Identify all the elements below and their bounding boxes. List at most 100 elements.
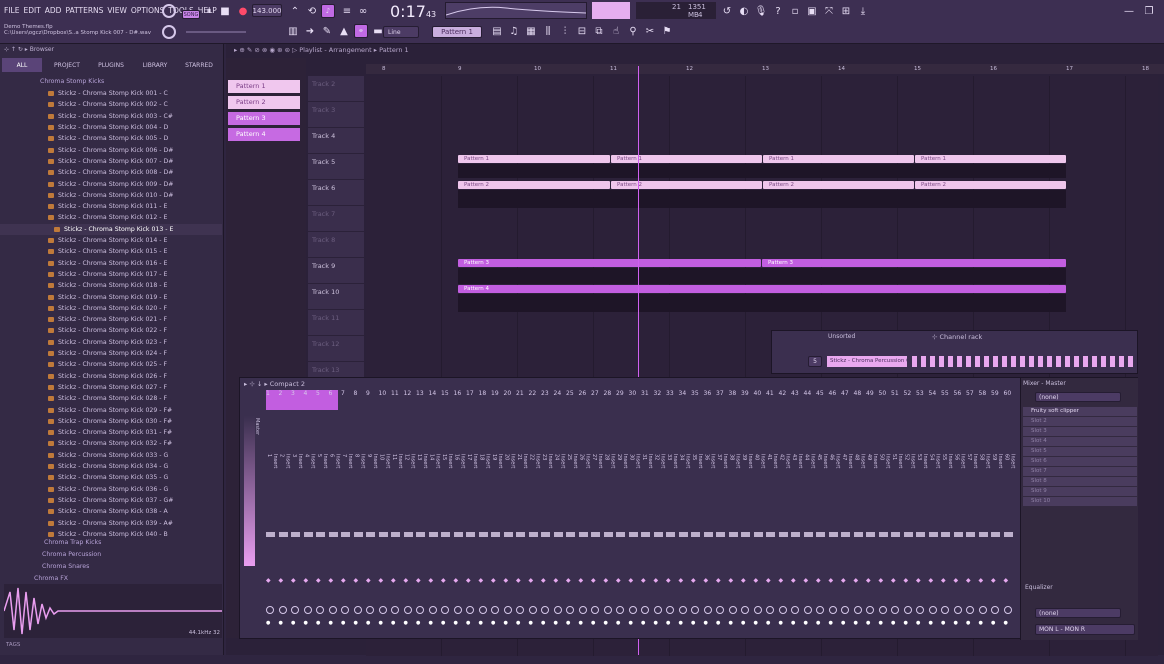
fx-slot-10[interactable]: Slot 10 (1023, 497, 1137, 506)
insert-number[interactable]: 49 (866, 390, 874, 397)
clip-track6-b[interactable]: Pattern 2 (611, 181, 762, 189)
route-dot[interactable]: ● (841, 620, 852, 626)
insert-number[interactable]: 5 (316, 390, 320, 397)
insert-strip[interactable]: Insert 16 ◆ ● (453, 454, 466, 664)
route-dot[interactable]: ● (916, 620, 927, 626)
insert-strip[interactable]: Insert 18 ◆ ● (478, 454, 491, 664)
pan-knob[interactable] (828, 606, 837, 614)
browser-file-item[interactable]: Stickz - Chroma Stomp Kick 007 - D# (0, 156, 222, 167)
insert-number[interactable]: 2 (279, 390, 283, 397)
insert-number[interactable]: 31 (641, 390, 649, 397)
insert-strip[interactable]: Insert 33 ◆ ● (666, 454, 678, 664)
stereo-icon[interactable]: ◆ (816, 577, 827, 584)
stereo-icon[interactable]: ◆ (666, 577, 677, 584)
pan-knob[interactable] (628, 606, 637, 614)
insert-strip[interactable]: Insert 7 ◆ ● (341, 454, 353, 664)
render-icon[interactable]: ⊞ (839, 4, 853, 18)
route-dot[interactable]: ● (266, 620, 277, 626)
stereo-icon[interactable]: ◆ (516, 577, 527, 584)
stereo-icon[interactable]: ◆ (754, 577, 765, 584)
insert-strip[interactable]: Insert 58 ◆ ● (978, 454, 991, 664)
pan-knob[interactable] (466, 606, 474, 614)
route-dot[interactable]: ● (279, 620, 290, 626)
route-dot[interactable]: ● (1004, 620, 1015, 626)
fx-slot-1[interactable]: Fruity soft clipper (1023, 407, 1137, 416)
pan-knob[interactable] (403, 606, 412, 614)
insert-number[interactable]: 34 (679, 390, 687, 397)
insert-number[interactable]: 17 (466, 390, 474, 397)
snap-select[interactable]: Line (383, 26, 419, 38)
browser-file-item[interactable]: Stickz - Chroma Stomp Kick 024 - F (0, 348, 222, 359)
fader-handle[interactable] (328, 532, 338, 537)
fader-handle[interactable] (841, 532, 850, 537)
touch-icon[interactable]: ☝ (609, 24, 623, 38)
pan-knob[interactable] (603, 606, 612, 614)
fader-handle[interactable] (966, 532, 975, 537)
stereo-icon[interactable]: ◆ (329, 577, 340, 584)
route-dot[interactable]: ● (704, 620, 715, 626)
insert-strip[interactable]: Insert 35 ◆ ● (691, 454, 703, 664)
browser-file-item[interactable]: Stickz - Chroma Stomp Kick 023 - F (0, 337, 222, 348)
insert-strip[interactable]: Insert 29 ◆ ● (616, 454, 628, 664)
insert-number[interactable]: 44 (804, 390, 812, 397)
insert-number[interactable]: 60 (1004, 390, 1012, 397)
route-dot[interactable]: ● (691, 620, 702, 626)
insert-number[interactable]: 10 (379, 390, 387, 397)
route-dot[interactable]: ● (629, 620, 640, 626)
fader-handle[interactable] (478, 532, 488, 537)
route-dot[interactable]: ● (829, 620, 840, 626)
fader-handle[interactable] (616, 532, 625, 537)
route-dot[interactable]: ● (991, 620, 1002, 626)
route-dot[interactable]: ● (491, 620, 502, 626)
master-volume-knob[interactable] (162, 4, 176, 18)
output-in-select[interactable]: (none) (1035, 608, 1121, 618)
insert-strip[interactable]: Insert 23 ◆ ● (541, 454, 553, 664)
stereo-icon[interactable]: ◆ (591, 577, 602, 584)
playlist-icon[interactable]: ▤ (490, 24, 504, 38)
insert-strip[interactable]: Insert 11 ◆ ● (391, 454, 403, 664)
browser-file-item[interactable]: Stickz - Chroma Stomp Kick 033 - G (0, 450, 222, 461)
track-header-11[interactable]: Track 11 (308, 310, 364, 335)
pan-knob[interactable] (416, 606, 424, 614)
stereo-icon[interactable]: ◆ (504, 577, 515, 584)
insert-strip[interactable]: Insert 42 ◆ ● (778, 454, 791, 664)
fader-handle[interactable] (703, 532, 713, 537)
sampler-icon[interactable]: ✂ (643, 24, 657, 38)
insert-number[interactable]: 39 (741, 390, 749, 397)
insert-number[interactable]: 52 (904, 390, 912, 397)
mic-icon[interactable]: 🎙 (754, 4, 768, 18)
blend-icon[interactable]: ≡ (340, 4, 354, 18)
browser-file-item[interactable]: Stickz - Chroma Stomp Kick 030 - F# (0, 416, 222, 427)
browser-file-item[interactable]: Stickz - Chroma Stomp Kick 025 - F (0, 359, 222, 370)
clip-track5-a[interactable]: Pattern 1 (458, 155, 610, 163)
stereo-icon[interactable]: ◆ (479, 577, 490, 584)
pan-knob[interactable] (578, 606, 587, 614)
export-icon[interactable]: ⤧ (822, 4, 836, 18)
pattern-item-2[interactable]: Pattern 2 (228, 96, 300, 109)
pianoroll-icon[interactable]: ♫ (507, 24, 521, 38)
insert-number[interactable]: 25 (566, 390, 574, 397)
insert-number[interactable]: 41 (766, 390, 774, 397)
insert-number[interactable]: 55 (941, 390, 949, 397)
route-dot[interactable]: ● (504, 620, 515, 626)
pattern-item-4[interactable]: Pattern 4 (228, 128, 300, 141)
pan-knob[interactable] (541, 606, 549, 614)
input-select[interactable]: (none) (1035, 392, 1121, 402)
insert-number[interactable]: 4 (304, 390, 308, 397)
insert-number[interactable]: 9 (366, 390, 370, 397)
route-dot[interactable]: ● (329, 620, 340, 626)
insert-number[interactable]: 18 (479, 390, 487, 397)
fader-handle[interactable] (953, 532, 963, 537)
insert-number[interactable]: 16 (454, 390, 462, 397)
pan-knob[interactable] (503, 606, 512, 614)
insert-number[interactable]: 42 (779, 390, 787, 397)
insert-number[interactable]: 40 (754, 390, 762, 397)
stereo-icon[interactable]: ◆ (491, 577, 502, 584)
insert-strip[interactable]: Insert 21 ◆ ● (516, 454, 528, 664)
stereo-icon[interactable]: ◆ (741, 577, 752, 584)
fader-handle[interactable] (828, 532, 838, 537)
route-dot[interactable]: ● (391, 620, 402, 626)
route-dot[interactable]: ● (979, 620, 990, 626)
plugin-picker-icon[interactable]: ⫶ (558, 24, 572, 38)
fader-handle[interactable] (678, 532, 688, 537)
